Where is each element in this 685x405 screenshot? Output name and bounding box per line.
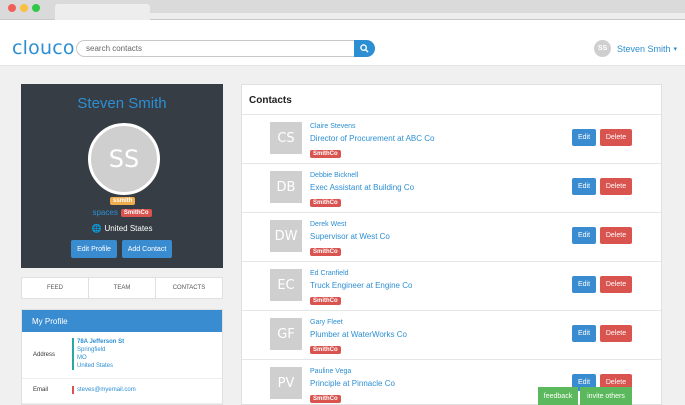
address-label: Address xyxy=(33,352,56,358)
contact-avatar: PV xyxy=(270,367,302,399)
contact-role: Director of Procurement at ABC Co xyxy=(310,134,435,143)
contact-avatar: DW xyxy=(270,220,302,252)
contacts-panel: Contacts CS Claire Stevens Director of P… xyxy=(241,84,662,405)
contact-name[interactable]: Gary Fleet xyxy=(310,319,343,326)
contact-avatar: CS xyxy=(270,122,302,154)
company-badge: SmithCo xyxy=(310,248,341,256)
contact-name[interactable]: Debbie Bicknell xyxy=(310,172,358,179)
globe-icon: 🌐 xyxy=(91,224,102,233)
company-badge: SmithCo xyxy=(310,297,341,305)
company-badge: SmithCo xyxy=(310,199,341,207)
address-line: MO xyxy=(77,355,87,361)
edit-button[interactable]: Edit xyxy=(572,178,596,195)
company-badge: SmithCo xyxy=(310,150,341,158)
company-badge: SmithCo xyxy=(310,346,341,354)
username-badge: ssmith xyxy=(110,197,136,205)
edit-button[interactable]: Edit xyxy=(572,129,596,146)
email-label: Email xyxy=(33,387,49,393)
contact-name[interactable]: Pauline Vega xyxy=(310,368,351,375)
browser-chrome xyxy=(0,0,685,20)
contact-avatar: EC xyxy=(270,269,302,301)
user-name: Steven Smith xyxy=(617,43,671,54)
contact-role: Exec Assistant at Building Co xyxy=(310,183,415,192)
address-line: United States xyxy=(77,363,114,369)
profile-name: Steven Smith xyxy=(77,95,167,112)
address-value: 78A Jefferson St Springfield MO United S… xyxy=(72,338,124,370)
my-profile-panel: My Profile Address 78A Jefferson St Spri… xyxy=(21,309,223,405)
contact-name[interactable]: Derek West xyxy=(310,221,346,228)
location-text: United States xyxy=(104,224,153,233)
browser-tab[interactable] xyxy=(55,4,150,20)
company-badge: SmithCo xyxy=(310,395,341,403)
tab-contacts[interactable]: CONTACTS xyxy=(156,278,222,298)
contact-avatar: DB xyxy=(270,171,302,203)
maximize-window-icon[interactable] xyxy=(32,4,40,12)
delete-button[interactable]: Delete xyxy=(600,325,632,342)
add-contact-button[interactable]: Add Contact xyxy=(122,240,172,258)
my-profile-title: My Profile xyxy=(22,310,222,332)
address-row: Address 78A Jefferson St Springfield MO … xyxy=(22,332,222,379)
delete-button[interactable]: Delete xyxy=(600,178,632,195)
location-row: 🌐 United States xyxy=(21,224,223,233)
list-item: GF Gary Fleet Plumber at WaterWorks Co S… xyxy=(242,310,661,360)
browser-toolbar xyxy=(150,13,685,19)
delete-button[interactable]: Delete xyxy=(600,227,632,244)
user-menu[interactable]: SS Steven Smith ▾ xyxy=(594,40,677,57)
minimize-window-icon[interactable] xyxy=(20,4,28,12)
app-header: clouco SS Steven Smith ▾ xyxy=(0,20,685,66)
profile-avatar: SS xyxy=(88,123,160,195)
contact-role: Truck Engineer at Engine Co xyxy=(310,281,413,290)
list-item: EC Ed Cranfield Truck Engineer at Engine… xyxy=(242,261,661,311)
contact-avatar: GF xyxy=(270,318,302,350)
contact-role: Principle at Pinnacle Co xyxy=(310,379,395,388)
edit-button[interactable]: Edit xyxy=(572,325,596,342)
address-line: 78A Jefferson St xyxy=(77,339,125,345)
search-input[interactable] xyxy=(76,40,354,57)
contact-role: Plumber at WaterWorks Co xyxy=(310,330,407,339)
list-item: DW Derek West Supervisor at West Co Smit… xyxy=(242,212,661,262)
spaces-row: spaces SmithCo xyxy=(21,208,223,217)
list-item: DB Debbie Bicknell Exec Assistant at Bui… xyxy=(242,163,661,213)
edit-profile-button[interactable]: Edit Profile xyxy=(71,240,117,258)
edit-button[interactable]: Edit xyxy=(572,227,596,244)
contact-name[interactable]: Ed Cranfield xyxy=(310,270,349,277)
contacts-title: Contacts xyxy=(249,95,292,106)
address-line: Springfield xyxy=(77,347,106,353)
feedback-button[interactable]: feedback xyxy=(538,387,578,405)
invite-others-button[interactable]: invite others xyxy=(580,387,632,405)
delete-button[interactable]: Delete xyxy=(600,129,632,146)
list-item: CS Claire Stevens Director of Procuremen… xyxy=(242,114,661,164)
contact-name[interactable]: Claire Stevens xyxy=(310,123,356,130)
avatar: SS xyxy=(594,40,611,57)
contact-role: Supervisor at West Co xyxy=(310,232,390,241)
profile-tabs: FEED TEAM CONTACTS xyxy=(21,277,223,299)
email-row: Email steves@myemail.com xyxy=(22,379,222,404)
spaces-label[interactable]: spaces xyxy=(92,208,117,217)
search-button[interactable] xyxy=(354,40,375,57)
profile-card: Steven Smith SS ssmith spaces SmithCo 🌐 … xyxy=(21,84,223,268)
close-window-icon[interactable] xyxy=(8,4,16,12)
chevron-down-icon: ▾ xyxy=(673,45,678,53)
search-icon xyxy=(360,44,369,53)
edit-button[interactable]: Edit xyxy=(572,276,596,293)
company-badge: SmithCo xyxy=(120,208,152,217)
tab-feed[interactable]: FEED xyxy=(22,278,89,298)
email-value[interactable]: steves@myemail.com xyxy=(72,386,136,394)
app-logo[interactable]: clouco xyxy=(12,37,75,59)
tab-team[interactable]: TEAM xyxy=(89,278,156,298)
delete-button[interactable]: Delete xyxy=(600,276,632,293)
